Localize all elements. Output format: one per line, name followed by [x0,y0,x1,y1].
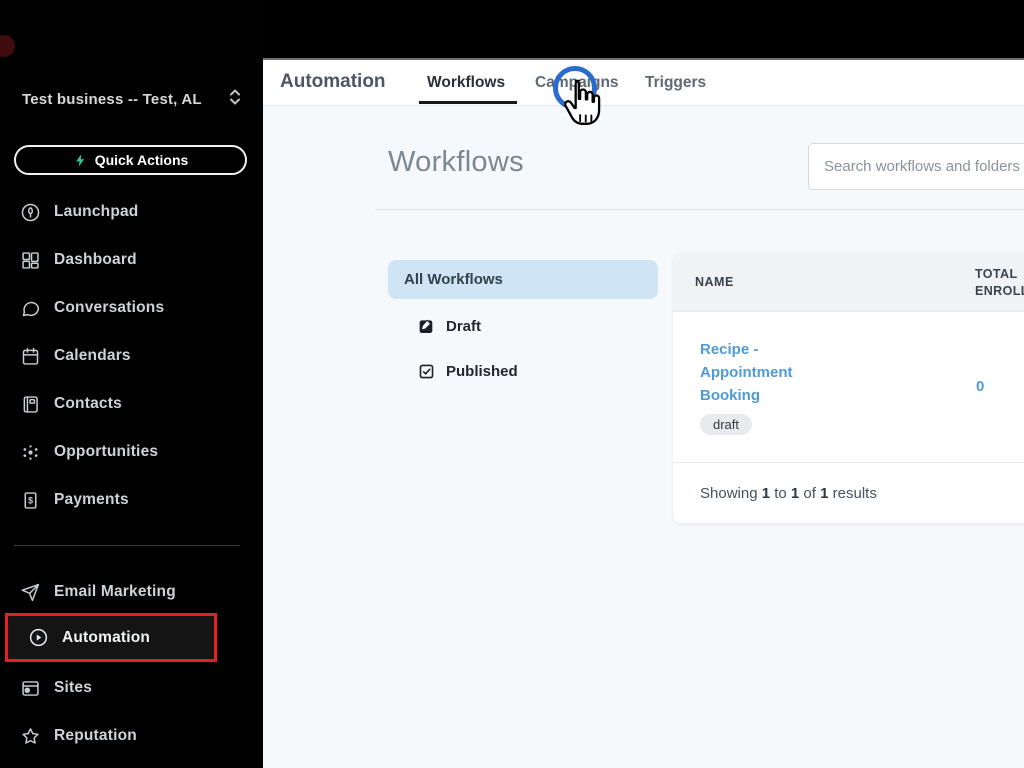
opportunities-icon [20,442,41,463]
business-name: Test business -- Test, AL [22,91,202,108]
chevron-updown-icon [228,88,242,111]
tab-workflows[interactable]: Workflows [427,74,505,92]
conversations-icon [20,298,41,319]
sidebar-item-conversations[interactable]: Conversations [0,284,242,332]
sidebar-item-label: Email Marketing [54,583,176,600]
brand-logo [0,35,15,57]
star-icon [20,726,41,747]
payments-icon: $ [20,490,41,511]
quick-actions-button[interactable]: Quick Actions [14,145,247,175]
sidebar-item-label: Sites [54,679,93,696]
launchpad-icon [20,202,41,223]
sidebar-divider [14,545,240,546]
automation-icon [28,627,49,648]
tab-triggers[interactable]: Triggers [645,74,706,92]
filter-all-workflows[interactable]: All Workflows [388,260,658,299]
sidebar-item-label: Automation [62,628,151,646]
table-row: Recipe - Appointment Booking draft 0 [673,312,1024,462]
sidebar-item-calendars[interactable]: Calendars [0,332,242,380]
results-summary: Showing 1 to 1 of 1 results [673,462,1024,523]
main-content: Workflows All Workflows Draft Published … [263,106,1024,768]
workflow-name-link[interactable]: Recipe - Appointment Booking [700,338,812,407]
sidebar-item-label: Dashboard [54,251,137,268]
dashboard-icon [20,250,41,271]
workflows-table: NAME TOTAL ENROLLED Recipe - Appointment… [673,253,1024,523]
filter-draft[interactable]: Draft [418,309,481,343]
sidebar-item-label: Reputation [54,727,137,744]
sidebar-item-launchpad[interactable]: Launchpad [0,188,242,236]
svg-text:$: $ [28,495,33,505]
table-header: NAME TOTAL ENROLLED [673,253,1024,312]
calendars-icon [20,346,41,367]
hand-pointer-cursor [558,77,604,133]
sidebar-item-reputation[interactable]: Reputation [0,712,242,760]
sidebar-item-payments[interactable]: $ Payments [0,476,242,524]
total-enrolled-value[interactable]: 0 [976,378,984,395]
sites-icon [20,678,41,699]
published-check-icon [418,363,435,380]
automation-highlight-box: Automation [5,613,217,662]
send-icon [20,582,41,603]
column-header-total-enrolled: TOTAL ENROLLED [975,267,1024,298]
sidebar-item-label: Launchpad [54,203,139,220]
sidebar-item-label: Calendars [54,347,131,364]
status-badge: draft [700,414,753,435]
sidebar-item-label: Contacts [54,395,122,412]
sidebar-item-label: Payments [54,491,129,508]
heading-divider [375,209,1024,210]
sidebar-item-label: Opportunities [54,443,159,460]
zap-icon [73,153,88,168]
active-tab-underline [419,101,517,104]
sidebar-item-sites[interactable]: Sites [0,664,242,712]
sidebar-item-email-marketing[interactable]: Email Marketing [0,568,242,616]
sidebar-item-label: Conversations [54,299,165,316]
sidebar-item-automation[interactable]: Automation [8,616,214,659]
business-selector[interactable]: Test business -- Test, AL [22,88,242,111]
search-input[interactable] [808,143,1024,190]
contacts-icon [20,394,41,415]
filter-published[interactable]: Published [418,354,518,388]
quick-actions-label: Quick Actions [94,152,189,168]
draft-edit-icon [418,318,435,335]
sidebar: Test business -- Test, AL Quick Actions … [0,0,263,768]
column-header-name: NAME [695,275,734,289]
top-tabbar: Automation Workflows Campaigns Triggers [263,58,1024,106]
page-title: Automation [280,71,386,92]
sidebar-item-opportunities[interactable]: Opportunities [0,428,242,476]
sidebar-item-dashboard[interactable]: Dashboard [0,236,242,284]
section-heading: Workflows [388,146,524,178]
sidebar-item-contacts[interactable]: Contacts [0,380,242,428]
